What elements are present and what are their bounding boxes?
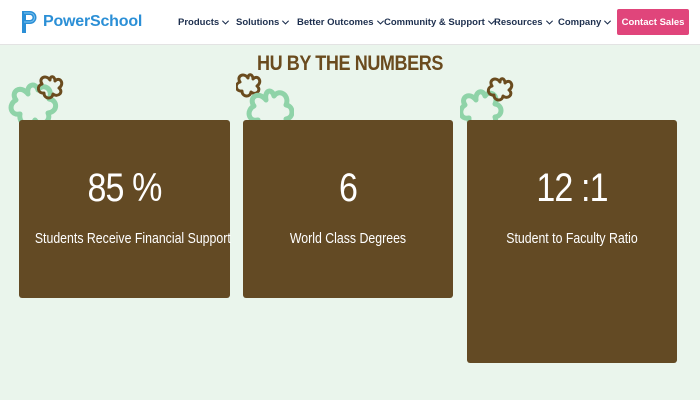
nav-item-label: Company — [558, 17, 602, 28]
nav-item-label: Better Outcomes — [297, 17, 374, 28]
chevron-down-icon — [222, 20, 230, 25]
chevron-down-icon — [604, 20, 612, 25]
nav-item-label: Resources — [494, 17, 543, 28]
stat-card: 6 World Class Degrees — [243, 120, 453, 298]
top-navbar: PowerSchool Products Solutions Better Ou… — [0, 0, 700, 45]
chevron-down-icon — [545, 20, 553, 25]
nav-item-products[interactable]: Products — [178, 17, 230, 28]
brand-logo[interactable]: PowerSchool — [19, 9, 142, 35]
stat-value: 85 % — [87, 166, 162, 210]
stat-card: 85 % Students Receive Financial Support — [19, 120, 231, 298]
brand-name: PowerSchool — [43, 13, 143, 30]
stat-label: Student to Faculty Ratio — [506, 231, 638, 247]
powerschool-logo-icon — [22, 11, 37, 33]
nav-item-resources[interactable]: Resources — [494, 17, 554, 28]
nav-item-better-outcomes[interactable]: Better Outcomes — [297, 17, 385, 28]
nav-item-community-support[interactable]: Community & Support — [384, 17, 496, 28]
stat-card: 12 :1 Student to Faculty Ratio — [467, 120, 677, 363]
stat-value: 6 — [338, 166, 358, 210]
contact-sales-button[interactable]: Contact Sales — [617, 9, 689, 35]
nav-item-company[interactable]: Company — [558, 17, 612, 28]
nav-item-label: Solutions — [236, 17, 280, 28]
nav-item-label: Community & Support — [384, 17, 485, 28]
stat-label: Students Receive Financial Support — [34, 231, 231, 247]
section-title: HU BY THE NUMBERS — [256, 52, 444, 75]
stat-value: 12 :1 — [536, 166, 608, 210]
nav-item-solutions[interactable]: Solutions — [236, 17, 290, 28]
stat-label: World Class Degrees — [289, 231, 407, 247]
nav-item-label: Products — [178, 17, 220, 28]
chevron-down-icon — [282, 20, 290, 25]
